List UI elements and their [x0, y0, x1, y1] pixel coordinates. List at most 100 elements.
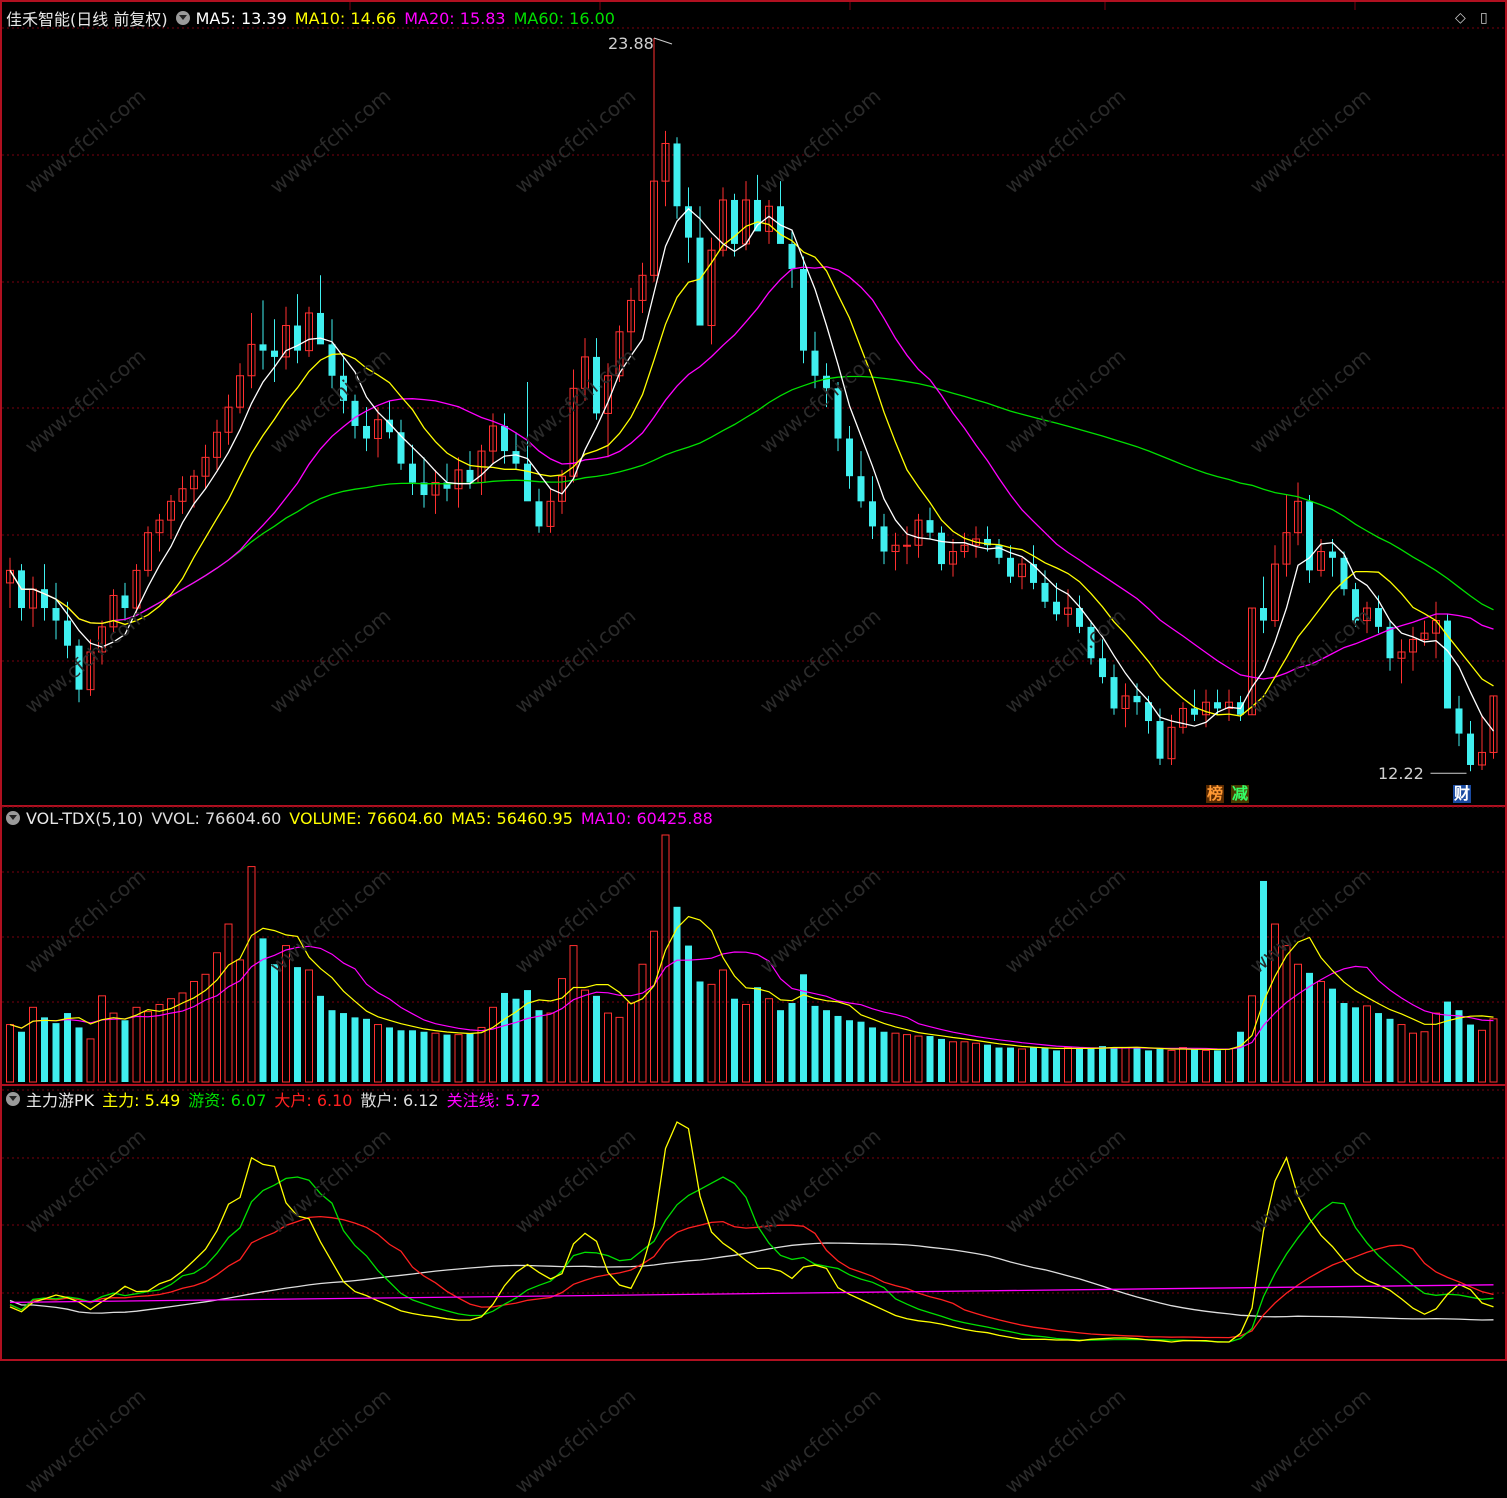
- candle-body-down: [121, 595, 129, 609]
- volume-bar-down: [1444, 1001, 1451, 1082]
- ma10-label: MA10: 14.66: [294, 8, 397, 28]
- volume-bar-up: [765, 998, 773, 1083]
- volume-bar-up: [627, 1002, 635, 1083]
- ranking-badge[interactable]: 榜: [1206, 785, 1225, 803]
- reduce-badge[interactable]: 减: [1231, 785, 1250, 803]
- volume-bar-down: [41, 1017, 48, 1082]
- volume-bar-down: [869, 1027, 876, 1082]
- diamond-icon[interactable]: ◇: [1455, 10, 1466, 26]
- volume-bar-down: [1099, 1046, 1106, 1082]
- volume-bar-up: [1282, 945, 1291, 1083]
- expand-icon[interactable]: ▯: [1480, 10, 1488, 26]
- candle-body-down: [259, 344, 267, 351]
- candle-body-down: [1053, 601, 1060, 615]
- volume-bar-up: [650, 930, 658, 1083]
- volume-bar-down: [1260, 880, 1267, 1082]
- volume-bar-down: [1053, 1050, 1060, 1082]
- focus-line: [9, 1284, 1494, 1304]
- volume-bar-up: [1409, 1032, 1417, 1083]
- volume-bar-up: [431, 1032, 440, 1083]
- candle-body-down: [64, 620, 71, 646]
- volume-bar-down: [409, 1030, 416, 1082]
- big-holder-label: 大户: 6.10: [274, 1091, 353, 1110]
- volume-bar-up: [489, 1006, 497, 1083]
- volume-bar-up: [1064, 1047, 1072, 1083]
- candle-body-down: [811, 350, 819, 376]
- volume-bar-down: [386, 1027, 393, 1082]
- volume-bar-up: [1489, 1018, 1498, 1083]
- candle-body-down: [1329, 551, 1336, 558]
- stock-title[interactable]: 佳禾智能(日线 前复权): [6, 6, 168, 30]
- volume-bar-up: [972, 1042, 980, 1083]
- volume-bar-up: [707, 983, 716, 1083]
- volume-bar-down: [1110, 1047, 1118, 1082]
- volume-bar-down: [811, 1005, 819, 1082]
- volume-bar-up: [6, 1024, 14, 1083]
- ma5-label: MA5: 13.39: [195, 8, 287, 28]
- finance-badge[interactable]: 财: [1453, 785, 1472, 803]
- candle-body-down: [1340, 557, 1348, 590]
- high-arrow: [653, 37, 673, 45]
- volume-bar-up: [86, 1038, 95, 1083]
- volume-bar-down: [1133, 1047, 1141, 1082]
- ma60-line: [9, 375, 1494, 625]
- volume-bar-down: [1087, 1047, 1095, 1082]
- volume-bar-down: [995, 1047, 1003, 1082]
- volume-bar-up: [213, 952, 221, 1083]
- candle-body-down: [535, 501, 543, 527]
- volume-bar-up: [558, 978, 566, 1083]
- volume-bar-up: [1202, 1049, 1210, 1083]
- volume-bar-down: [340, 1013, 347, 1082]
- volume-bar-down: [1386, 1018, 1394, 1082]
- watermark-text: www.cfchi.com: [510, 1383, 641, 1498]
- volume-bar-down: [834, 1015, 842, 1082]
- dropdown-icon[interactable]: [6, 1092, 20, 1106]
- volume-bar-up: [742, 1003, 750, 1083]
- candle-body-down: [1156, 721, 1164, 759]
- volume-bar-up: [604, 1012, 612, 1083]
- dropdown-icon[interactable]: [175, 11, 190, 25]
- low-price-label: 12.22: [1378, 764, 1424, 783]
- volume-bar-down: [121, 1020, 129, 1082]
- candle-body-down: [512, 451, 520, 464]
- chart-canvas[interactable]: [0, 0, 1507, 1361]
- volume-bar-up: [305, 969, 313, 1083]
- volume-bar-up: [903, 1034, 911, 1083]
- volume-bar-up: [581, 989, 589, 1083]
- main-panel-header: 佳禾智能(日线 前复权) MA5: 13.39 MA10: 14.66 MA20…: [6, 6, 623, 30]
- candle-body-down: [1133, 695, 1141, 703]
- volume-bar-down: [363, 1018, 370, 1082]
- main-force-label: 主力: 5.49: [102, 1091, 181, 1110]
- volume-indicator-title[interactable]: VOL-TDX(5,10): [26, 809, 143, 828]
- volume-bar-down: [1375, 1013, 1382, 1082]
- volume-bar-down: [1306, 972, 1313, 1082]
- volume-bar-down: [696, 981, 704, 1082]
- volume-bar-down: [984, 1044, 991, 1082]
- volume-bar-down: [18, 1031, 25, 1082]
- volume-bar-down: [535, 1010, 543, 1082]
- candle-body-down: [696, 237, 704, 326]
- volume-bar-up: [144, 1011, 152, 1083]
- volume-bar-up: [224, 923, 233, 1083]
- volume-bar-up: [282, 945, 290, 1083]
- volume-bar-down: [857, 1021, 865, 1082]
- candle-body-down: [1375, 608, 1382, 627]
- candle-body-down: [524, 463, 531, 502]
- candle-body-down: [938, 532, 945, 565]
- ma20-label: MA20: 15.83: [404, 8, 506, 28]
- volume-bar-up: [891, 1032, 900, 1083]
- dropdown-icon[interactable]: [6, 811, 20, 825]
- volume-bar-up: [477, 1026, 486, 1083]
- indicator-title[interactable]: 主力游PK: [26, 1087, 94, 1111]
- volume-bar-up: [1018, 1048, 1026, 1083]
- volume-bar-down: [294, 967, 301, 1082]
- volume-bar-up: [98, 995, 106, 1083]
- candle-body-down: [271, 350, 278, 357]
- volume-bar-down: [64, 1013, 71, 1082]
- candle-body-down: [75, 645, 83, 690]
- indicator-panel-header: 主力游PK 主力: 5.49 游资: 6.07 大户: 6.10 散户: 6.1…: [6, 1088, 549, 1110]
- volume-bar-down: [52, 1023, 60, 1082]
- candle-body-down: [1455, 708, 1463, 734]
- volume-bar-up: [247, 866, 256, 1083]
- candle-body-down: [317, 312, 324, 345]
